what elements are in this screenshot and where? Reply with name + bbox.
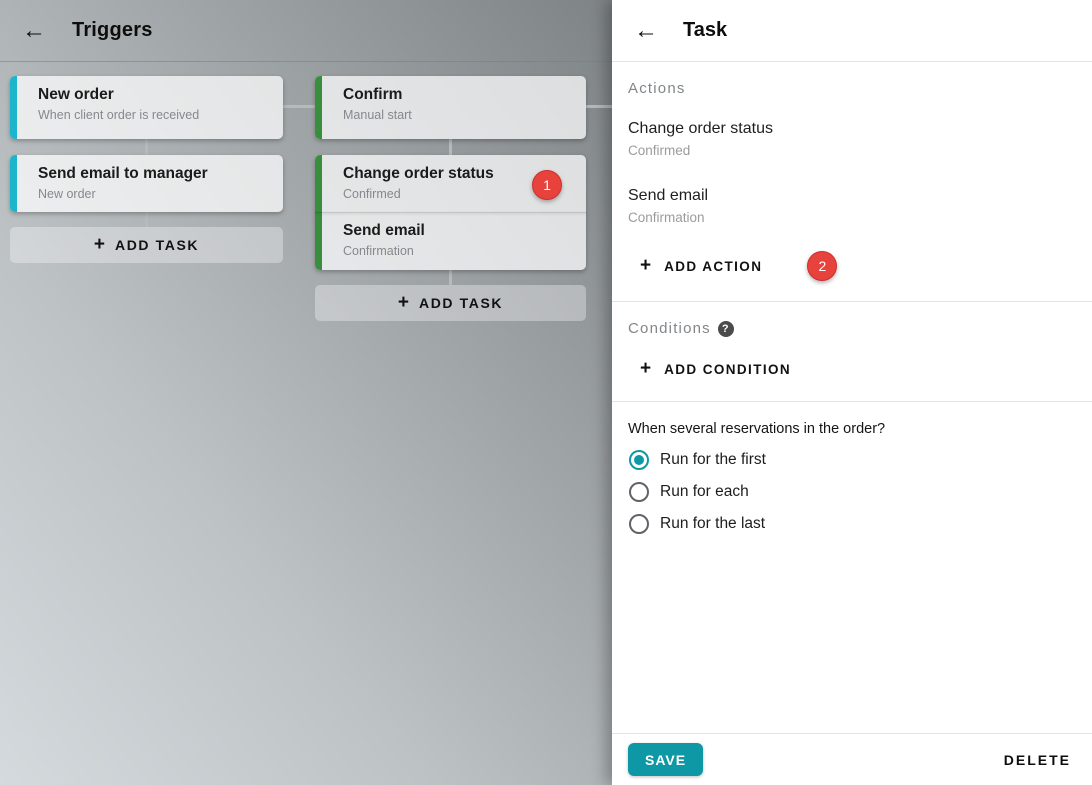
- conditions-label-text: Conditions: [628, 320, 711, 337]
- trigger-accent-bar: [10, 155, 17, 212]
- triggers-header: ← Triggers: [0, 0, 612, 62]
- radio-label: Run for the last: [660, 515, 766, 532]
- task-detail-panel: ← Task Actions Change order status Confi…: [612, 0, 1092, 785]
- workflow-canvas: ← Triggers New order When client order i…: [0, 0, 612, 785]
- add-task-button-column-1[interactable]: + ADD TASK: [10, 227, 283, 263]
- radio-button-icon[interactable]: [629, 514, 649, 534]
- trigger-card-new-order[interactable]: New order When client order is received: [10, 76, 283, 139]
- run-mode-section: When several reservations in the order? …: [612, 419, 1092, 535]
- radio-label: Run for the first: [660, 451, 766, 468]
- section-divider: [612, 301, 1092, 302]
- add-action-button[interactable]: + ADD ACTION 2: [628, 251, 1076, 281]
- task-panel-header: ← Task: [612, 0, 1092, 62]
- connector-line: [586, 105, 612, 108]
- trigger-card-send-email-manager[interactable]: Send email to manager New order: [10, 155, 283, 212]
- arrow-left-icon: ←: [634, 16, 658, 44]
- delete-button[interactable]: DELETE: [1004, 752, 1071, 768]
- run-mode-question: When several reservations in the order?: [628, 421, 886, 437]
- radio-label: Run for each: [660, 483, 749, 500]
- card-subtitle: Manual start: [343, 108, 412, 122]
- actions-section: Actions Change order status Confirmed Se…: [612, 80, 1092, 281]
- action-title: Change order status: [628, 120, 773, 137]
- task-accent-bar: [315, 76, 322, 139]
- actions-label: Actions: [628, 80, 686, 97]
- action-item-change-order-status[interactable]: Change order status Confirmed: [628, 120, 1076, 158]
- back-button[interactable]: ←: [14, 11, 54, 51]
- step-badge: 2: [807, 251, 838, 281]
- action-item-send-email[interactable]: Send email Confirmation: [628, 187, 1076, 225]
- panel-title: Task: [683, 19, 728, 41]
- conditions-section: Conditions ? + ADD CONDITION: [612, 320, 1092, 384]
- badge-count: 1: [543, 177, 551, 193]
- radio-run-for-the-first[interactable]: Run for the first: [628, 449, 1076, 471]
- connector-line: [449, 270, 452, 285]
- action-subtitle: Confirmed: [628, 143, 691, 158]
- connector-line: [449, 139, 452, 155]
- panel-footer: SAVE DELETE: [612, 733, 1092, 785]
- add-condition-label: ADD CONDITION: [664, 361, 792, 377]
- step-badge: 1: [532, 170, 562, 200]
- card-title: New order: [38, 86, 114, 103]
- plus-icon: +: [397, 291, 409, 313]
- connector-line: [145, 211, 148, 227]
- add-task-label: ADD TASK: [419, 295, 504, 311]
- add-task-label: ADD TASK: [115, 237, 200, 253]
- task-card-stack[interactable]: Change order status Confirmed 1 Send ema…: [315, 155, 586, 270]
- stack-row-send-email[interactable]: Send email Confirmation: [315, 212, 586, 269]
- connector-line: [145, 139, 148, 155]
- add-task-button-column-2[interactable]: + ADD TASK: [315, 285, 586, 321]
- plus-icon: +: [640, 357, 652, 379]
- card-subtitle: When client order is received: [38, 108, 200, 122]
- trigger-accent-bar: [10, 76, 17, 139]
- card-title: Confirm: [343, 86, 403, 103]
- card-subtitle: New order: [38, 187, 96, 201]
- card-title: Send email to manager: [38, 165, 208, 182]
- help-icon[interactable]: ?: [717, 320, 734, 337]
- arrow-left-icon: ←: [22, 16, 46, 44]
- action-title: Send email: [628, 187, 709, 204]
- radio-run-for-each[interactable]: Run for each: [628, 481, 1076, 503]
- back-button[interactable]: ←: [626, 11, 666, 51]
- card-subtitle: Confirmation: [343, 244, 414, 258]
- badge-count: 2: [818, 258, 827, 274]
- plus-icon: +: [640, 254, 652, 276]
- plus-icon: +: [93, 233, 105, 255]
- conditions-label: Conditions ?: [628, 320, 1076, 337]
- radio-button-icon[interactable]: [629, 450, 649, 470]
- question-mark-glyph: ?: [721, 322, 730, 335]
- page-title: Triggers: [72, 19, 153, 41]
- save-button[interactable]: SAVE: [628, 743, 704, 776]
- section-divider: [612, 401, 1092, 402]
- stack-row-change-order-status[interactable]: Change order status Confirmed 1: [315, 155, 586, 212]
- add-condition-button[interactable]: + ADD CONDITION: [628, 354, 1076, 384]
- connector-line: [283, 105, 315, 108]
- radio-button-icon[interactable]: [629, 482, 649, 502]
- radio-run-for-the-last[interactable]: Run for the last: [628, 513, 1076, 535]
- add-action-label: ADD ACTION: [664, 258, 763, 274]
- action-subtitle: Confirmation: [628, 210, 705, 225]
- task-card-confirm[interactable]: Confirm Manual start: [315, 76, 586, 139]
- card-title: Send email: [343, 222, 425, 239]
